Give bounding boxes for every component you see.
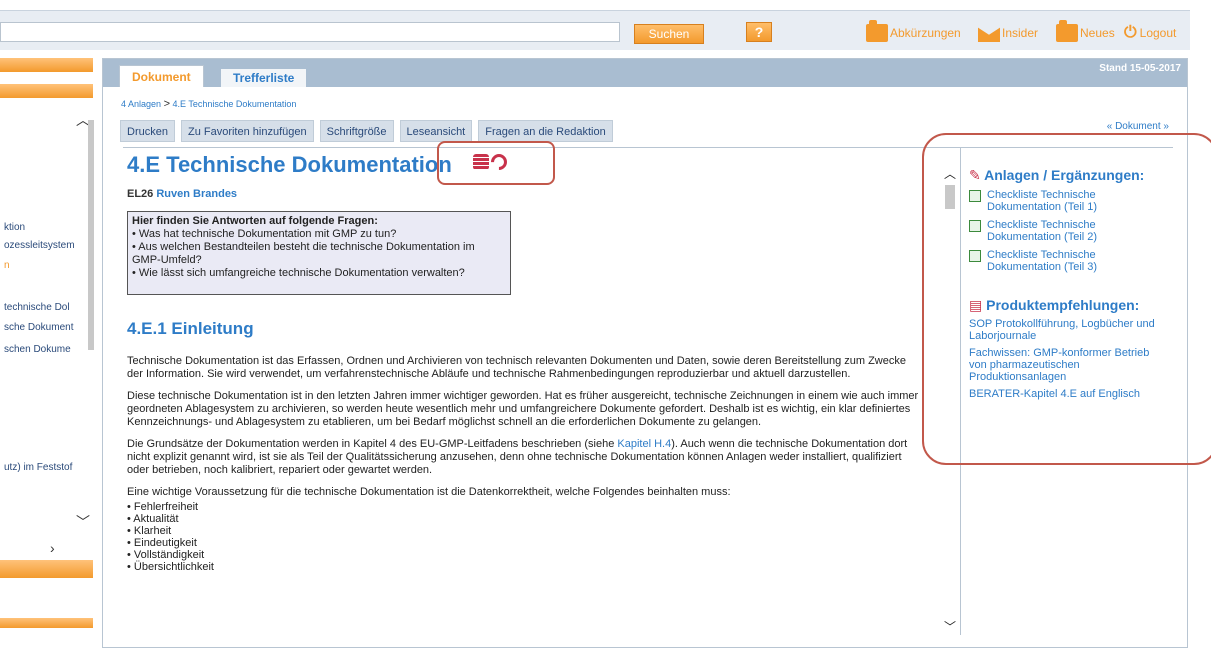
list-item: • Fehlerfreiheit: [127, 501, 199, 513]
question-item: • Wie lässt sich umfangreiche technische…: [132, 267, 465, 279]
scroll-down-icon[interactable]: ﹀: [76, 512, 90, 532]
left-nav-item[interactable]: ktion: [4, 222, 90, 233]
author-code: EL26: [127, 188, 154, 200]
document-content: 4.E.1 Einleitung Technische Dokumentatio…: [127, 319, 919, 639]
print-button[interactable]: Drucken: [120, 120, 175, 142]
paragraph: Eine wichtige Voraussetzung für die tech…: [127, 486, 731, 498]
power-icon: ⏻: [1124, 24, 1137, 41]
questions-heading: Hier finden Sie Antworten auf folgende F…: [132, 215, 378, 227]
bullet-list: • Fehlerfreiheit • Aktualität • Klarheit…: [127, 501, 919, 573]
breadcrumb-link[interactable]: 4.E Technische Dokumentation: [173, 99, 297, 109]
search-input[interactable]: [0, 22, 620, 42]
nav-label: Abkürzungen: [890, 26, 961, 40]
left-nav-item[interactable]: utz) im Feststof: [4, 462, 90, 473]
tab-dokument[interactable]: Dokument: [119, 65, 204, 87]
chevron-right-icon[interactable]: ›: [50, 540, 55, 556]
left-header-bar: [0, 618, 93, 628]
breadcrumb-link[interactable]: 4 Anlagen: [121, 99, 161, 109]
search-button[interactable]: Suchen: [634, 24, 704, 44]
author-name[interactable]: Ruven Brandes: [156, 188, 237, 200]
font-size-button[interactable]: Schriftgröße: [319, 120, 394, 142]
folder-icon: [866, 20, 888, 42]
list-item: • Übersichtlichkeit: [127, 561, 214, 573]
breadcrumb: 4 Anlagen > 4.E Technische Dokumentation: [121, 98, 296, 110]
left-nav-item[interactable]: schen Dokume: [4, 344, 90, 355]
section-heading: 4.E.1 Einleitung: [127, 319, 254, 338]
reading-view-button[interactable]: Leseansicht: [399, 120, 473, 142]
list-item: • Eindeutigkeit: [127, 537, 197, 549]
question-item: • Was hat technische Dokumentation mit G…: [132, 228, 397, 240]
breadcrumb-separator: >: [163, 98, 170, 110]
nav-label: Logout: [1139, 26, 1177, 40]
paragraph-text: Die Grundsätze der Dokumentation werden …: [127, 438, 618, 450]
highlight-annotation: [922, 133, 1211, 465]
list-item: • Aktualität: [127, 513, 179, 525]
nav-label: Insider: [1002, 26, 1039, 40]
paragraph: Technische Dokumentation ist das Erfasse…: [127, 355, 906, 380]
folder-icon: [1056, 20, 1078, 42]
tab-bar: Dokument Trefferliste Stand 15-05-2017: [103, 59, 1187, 87]
author-line: EL26 Ruven Brandes: [127, 188, 237, 200]
left-nav-item[interactable]: technische Dol: [4, 302, 90, 313]
left-header-bar: [0, 84, 93, 98]
list-item: • Klarheit: [127, 525, 172, 537]
left-nav-item[interactable]: ozessleitsystem: [4, 240, 90, 251]
tab-trefferliste[interactable]: Trefferliste: [221, 69, 307, 87]
left-nav-item[interactable]: n: [4, 260, 90, 271]
left-header-bar: [0, 560, 93, 578]
questions-box: Hier finden Sie Antworten auf folgende F…: [127, 211, 511, 295]
document-nav-link[interactable]: « Dokument »: [1107, 121, 1169, 132]
chapter-link[interactable]: Kapitel H.4: [617, 438, 671, 450]
nav-abkuerzungen[interactable]: Abkürzungen: [866, 20, 961, 44]
ask-editor-button[interactable]: Fragen an die Redaktion: [478, 120, 613, 142]
nav-insider[interactable]: Insider: [978, 22, 1038, 44]
document-toolbar: Drucken Zu Favoriten hinzufügen Schriftg…: [120, 120, 613, 142]
status-date: Stand 15-05-2017: [1099, 63, 1181, 74]
left-nav-item[interactable]: sche Dokument: [4, 322, 90, 333]
scroll-down-icon[interactable]: ﹀: [944, 618, 956, 635]
left-scrollbar[interactable]: [88, 120, 94, 350]
page-title: 4.E Technische Dokumentation: [127, 152, 452, 177]
list-item: • Vollständigkeit: [127, 549, 205, 561]
nav-neues[interactable]: Neues: [1056, 20, 1115, 44]
envelope-icon: [978, 27, 1000, 42]
nav-label: Neues: [1080, 26, 1115, 40]
highlight-annotation: [437, 141, 555, 185]
paragraph: Die Grundsätze der Dokumentation werden …: [127, 438, 919, 477]
paragraph: Diese technische Dokumentation ist in de…: [127, 390, 919, 428]
question-item: • Aus welchen Bestandteilen besteht die …: [132, 241, 475, 266]
nav-logout[interactable]: ⏻ Logout: [1124, 22, 1176, 44]
help-button[interactable]: ?: [746, 22, 772, 42]
add-favorite-button[interactable]: Zu Favoriten hinzufügen: [180, 120, 314, 142]
left-header-bar: [0, 58, 93, 72]
